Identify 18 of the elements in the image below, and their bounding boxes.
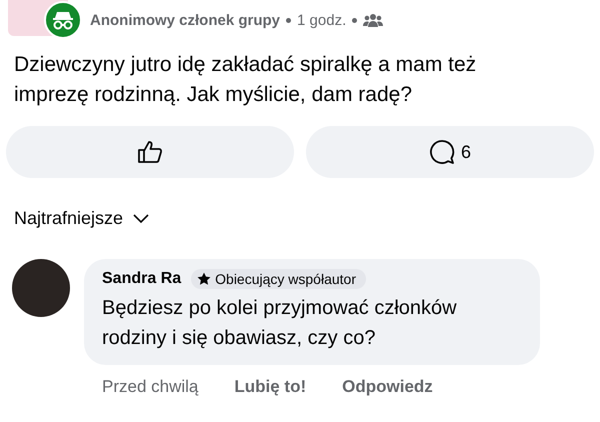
post-text: Dziewczyny jutro idę zakładać spiralkę a mam też imprezę rodzinną. Jak myślicie, dam radę? (14, 52, 478, 108)
commenter-name[interactable]: Sandra Ra (102, 270, 182, 288)
speech-bubble-icon (428, 139, 455, 165)
comment-time: Przed chwilą (102, 377, 198, 397)
star-icon (197, 272, 212, 286)
post-author[interactable]: Anonimowy członek grupy (90, 12, 280, 28)
like-link[interactable]: Lubię to! (234, 377, 306, 397)
thumbs-up-icon (137, 140, 163, 164)
post-time: 1 godz. (297, 12, 346, 28)
chevron-down-icon (133, 214, 150, 224)
reply-link[interactable]: Odpowiedz (342, 377, 433, 397)
separator-dot-icon (286, 18, 292, 22)
comment-text: Będziesz po kolei przyjmować członków rodziny i się obawiasz, czy co? (102, 296, 458, 351)
separator-dot-icon (352, 18, 358, 22)
group-icon (363, 13, 384, 27)
badge-label: Obiecujący współautor (215, 271, 356, 287)
comment-button[interactable]: 6 (306, 126, 594, 178)
sort-dropdown[interactable]: Najtrafniejsze (14, 208, 150, 229)
